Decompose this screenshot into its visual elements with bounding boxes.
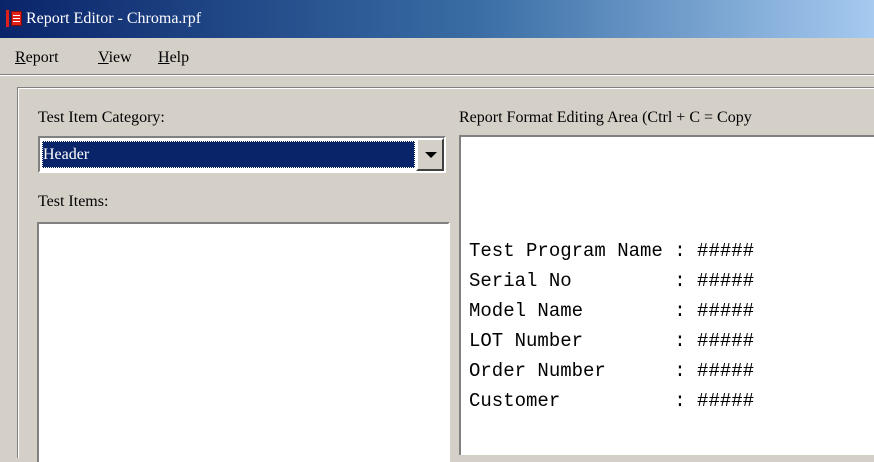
menu-bar: Report View Help (0, 38, 874, 74)
menu-report-label: eport (25, 49, 59, 66)
report-format-text[interactable]: Test Program Name : ##### Serial No : ##… (469, 236, 754, 416)
menu-view-accel: V (98, 49, 109, 66)
test-items-label: Test Items: (38, 193, 109, 210)
window-title: Report Editor - Chroma.rpf (26, 10, 202, 27)
test-item-category-select[interactable]: Header (38, 136, 446, 173)
title-bar[interactable]: Report Editor - Chroma.rpf (0, 0, 874, 38)
report-line: Test Program Name : ##### (469, 240, 755, 262)
report-line: LOT Number : ##### (469, 330, 755, 352)
menu-view-label: iew (108, 49, 132, 66)
menu-help[interactable]: Help (158, 49, 189, 67)
menu-separator (0, 74, 874, 76)
menu-report[interactable]: Report (15, 49, 59, 67)
menu-report-accel: R (15, 49, 26, 66)
test-item-category-value: Header (42, 141, 415, 168)
report-line: Customer : ##### (469, 390, 755, 412)
report-format-editing-area[interactable]: Test Program Name : ##### Serial No : ##… (459, 135, 874, 455)
report-editor-app-icon[interactable] (6, 10, 22, 27)
menu-view[interactable]: View (98, 49, 132, 67)
editing-area-label: Report Format Editing Area (Ctrl + C = C… (459, 109, 752, 126)
menu-help-label: elp (169, 49, 190, 66)
report-line: Order Number : ##### (469, 360, 755, 382)
test-items-list[interactable] (37, 222, 450, 462)
test-item-category-label: Test Item Category: (38, 109, 165, 126)
chevron-down-icon (425, 152, 437, 158)
category-dropdown-button[interactable] (416, 138, 444, 171)
report-line: Model Name : ##### (469, 300, 755, 322)
menu-help-accel: H (158, 49, 170, 66)
report-line: Serial No : ##### (469, 270, 755, 292)
